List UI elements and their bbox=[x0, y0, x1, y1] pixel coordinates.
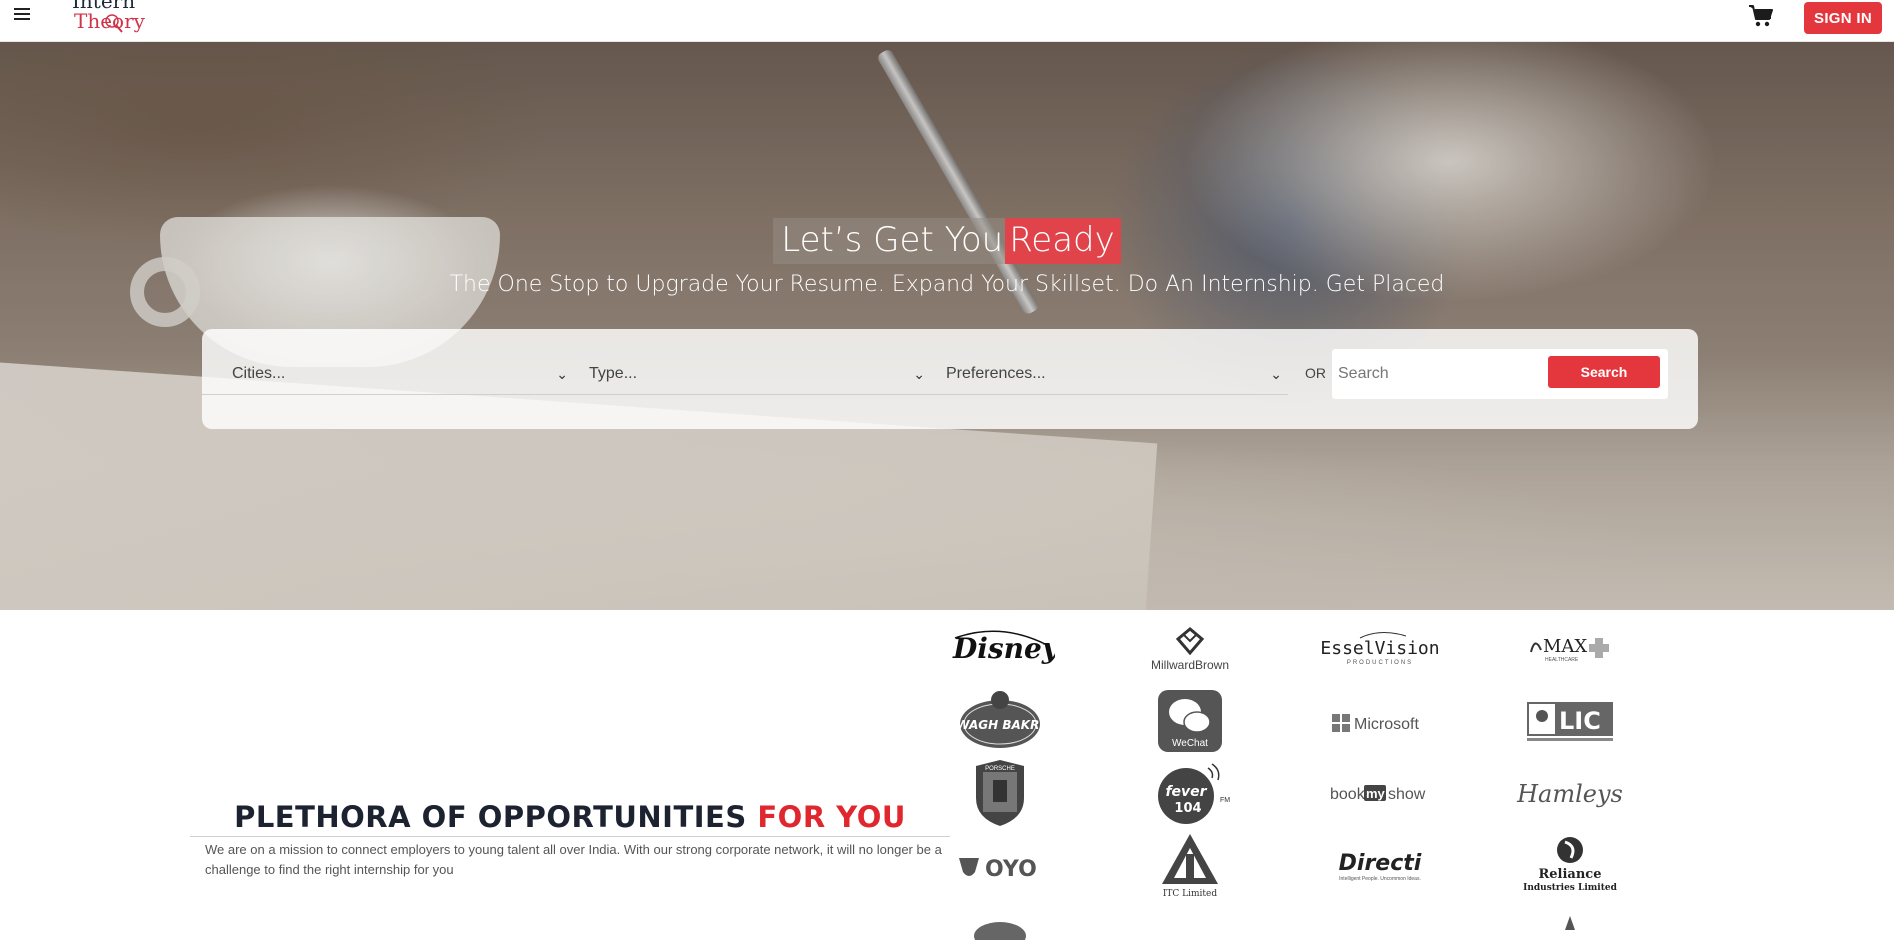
svg-text:104: 104 bbox=[1174, 801, 1201, 816]
svg-text:Hamleys: Hamleys bbox=[1516, 780, 1623, 808]
chevron-down-icon: ⌄ bbox=[1270, 366, 1282, 382]
svg-text:PRODUCTIONS: PRODUCTIONS bbox=[1347, 660, 1413, 666]
svg-text:Intelligent People. Uncommon I: Intelligent People. Uncommon Ideas. bbox=[1339, 876, 1421, 882]
cart-icon[interactable] bbox=[1748, 3, 1774, 29]
millwardbrown-logo: MillwardBrown bbox=[1130, 616, 1250, 682]
svg-text:ITC Limited: ITC Limited bbox=[1163, 889, 1218, 899]
max-healthcare-logo: MAX HEALTHCARE bbox=[1510, 616, 1630, 682]
partial-logo bbox=[940, 910, 1060, 940]
hamleys-logo: Hamleys bbox=[1510, 760, 1630, 826]
opportunities-description: We are on a mission to connect employers… bbox=[205, 842, 942, 877]
oyo-logo: OYO bbox=[940, 834, 1060, 900]
svg-text:FM: FM bbox=[1220, 797, 1230, 804]
directi-logo: Directi Intelligent People. Uncommon Ide… bbox=[1320, 834, 1440, 900]
search-button[interactable]: Search bbox=[1548, 356, 1660, 388]
opportunities-heading: PLETHORA OF OPPORTUNITIES FOR YOU bbox=[190, 800, 950, 834]
svg-text:Microsoft: Microsoft bbox=[1354, 716, 1419, 733]
hero-banner: Let’s Get You Ready The One Stop to Upgra… bbox=[0, 42, 1894, 610]
svg-text:Theory: Theory bbox=[74, 9, 146, 33]
wagh-bakri-logo: WAGH BAKRI bbox=[940, 688, 1060, 754]
type-select-label: Type... bbox=[589, 365, 638, 382]
search-panel: Cities... ⌄ Type... ⌄ Preferences... ⌄ O… bbox=[202, 329, 1698, 429]
bookmyshow-logo: book my show bbox=[1320, 760, 1440, 826]
hero-title: Let’s Get You Ready bbox=[0, 218, 1894, 264]
cities-select-label: Cities... bbox=[232, 365, 286, 382]
svg-text:Directi: Directi bbox=[1339, 851, 1422, 876]
esselvision-logo: EsselVision PRODUCTIONS bbox=[1320, 616, 1440, 682]
svg-text:show: show bbox=[1388, 786, 1426, 803]
wechat-logo: WeChat bbox=[1130, 688, 1250, 754]
svg-text:HEALTHCARE: HEALTHCARE bbox=[1545, 657, 1579, 663]
svg-text:Industries Limited: Industries Limited bbox=[1523, 883, 1617, 893]
svg-text:Disney: Disney bbox=[952, 632, 1055, 665]
or-label: OR bbox=[1305, 365, 1326, 381]
preferences-select[interactable]: Preferences... ⌄ bbox=[916, 351, 1288, 395]
search-box: Search bbox=[1332, 349, 1668, 399]
reliance-logo: Reliance Industries Limited bbox=[1510, 834, 1630, 900]
lic-logo: LIC bbox=[1510, 688, 1630, 754]
divider bbox=[190, 836, 950, 837]
svg-text:book: book bbox=[1330, 786, 1366, 803]
search-input[interactable] bbox=[1338, 357, 1538, 391]
hero-overlay bbox=[0, 42, 1894, 610]
partial-logo bbox=[1510, 910, 1630, 940]
hero-subtitle: The One Stop to Upgrade Your Resume. Exp… bbox=[449, 272, 1445, 297]
intern-theory-logo[interactable]: Intern Theory bbox=[66, 0, 166, 36]
opportunities-heading-part2: FOR YOU bbox=[757, 800, 906, 834]
cities-select[interactable]: Cities... ⌄ bbox=[202, 351, 574, 395]
svg-text:PORSCHE: PORSCHE bbox=[985, 766, 1015, 772]
svg-text:EsselVision: EsselVision bbox=[1320, 638, 1439, 659]
type-select[interactable]: Type... ⌄ bbox=[559, 351, 931, 395]
porsche-logo: PORSCHE bbox=[940, 760, 1060, 826]
svg-text:MAX: MAX bbox=[1543, 636, 1587, 657]
svg-text:LIC: LIC bbox=[1559, 707, 1601, 735]
svg-text:OYO: OYO bbox=[985, 857, 1037, 882]
hero-title-part1: Let’s Get You bbox=[773, 218, 1006, 264]
fever-fm-logo: fever 104 FM bbox=[1130, 760, 1250, 826]
hero-title-highlight: Ready bbox=[1005, 218, 1121, 264]
disney-logo: Disney bbox=[940, 616, 1060, 682]
itc-logo: ITC Limited bbox=[1130, 834, 1250, 900]
svg-text:WeChat: WeChat bbox=[1172, 738, 1208, 749]
sign-in-button[interactable]: SIGN IN bbox=[1804, 2, 1882, 34]
top-navbar: Intern Theory SIGN IN bbox=[0, 0, 1894, 42]
svg-text:WAGH BAKRI: WAGH BAKRI bbox=[956, 718, 1044, 732]
preferences-select-label: Preferences... bbox=[946, 365, 1046, 382]
opportunities-heading-part1: PLETHORA OF OPPORTUNITIES bbox=[234, 800, 747, 834]
svg-text:fever: fever bbox=[1165, 784, 1207, 800]
microsoft-logo: Microsoft bbox=[1320, 688, 1440, 754]
svg-text:my: my bbox=[1366, 786, 1386, 801]
hamburger-menu-icon[interactable] bbox=[14, 6, 30, 22]
partner-logos-grid: Disney MillwardBrown EsselVision PRODUCT… bbox=[940, 616, 1700, 940]
svg-text:MillwardBrown: MillwardBrown bbox=[1151, 658, 1229, 672]
svg-text:Reliance: Reliance bbox=[1538, 867, 1601, 882]
